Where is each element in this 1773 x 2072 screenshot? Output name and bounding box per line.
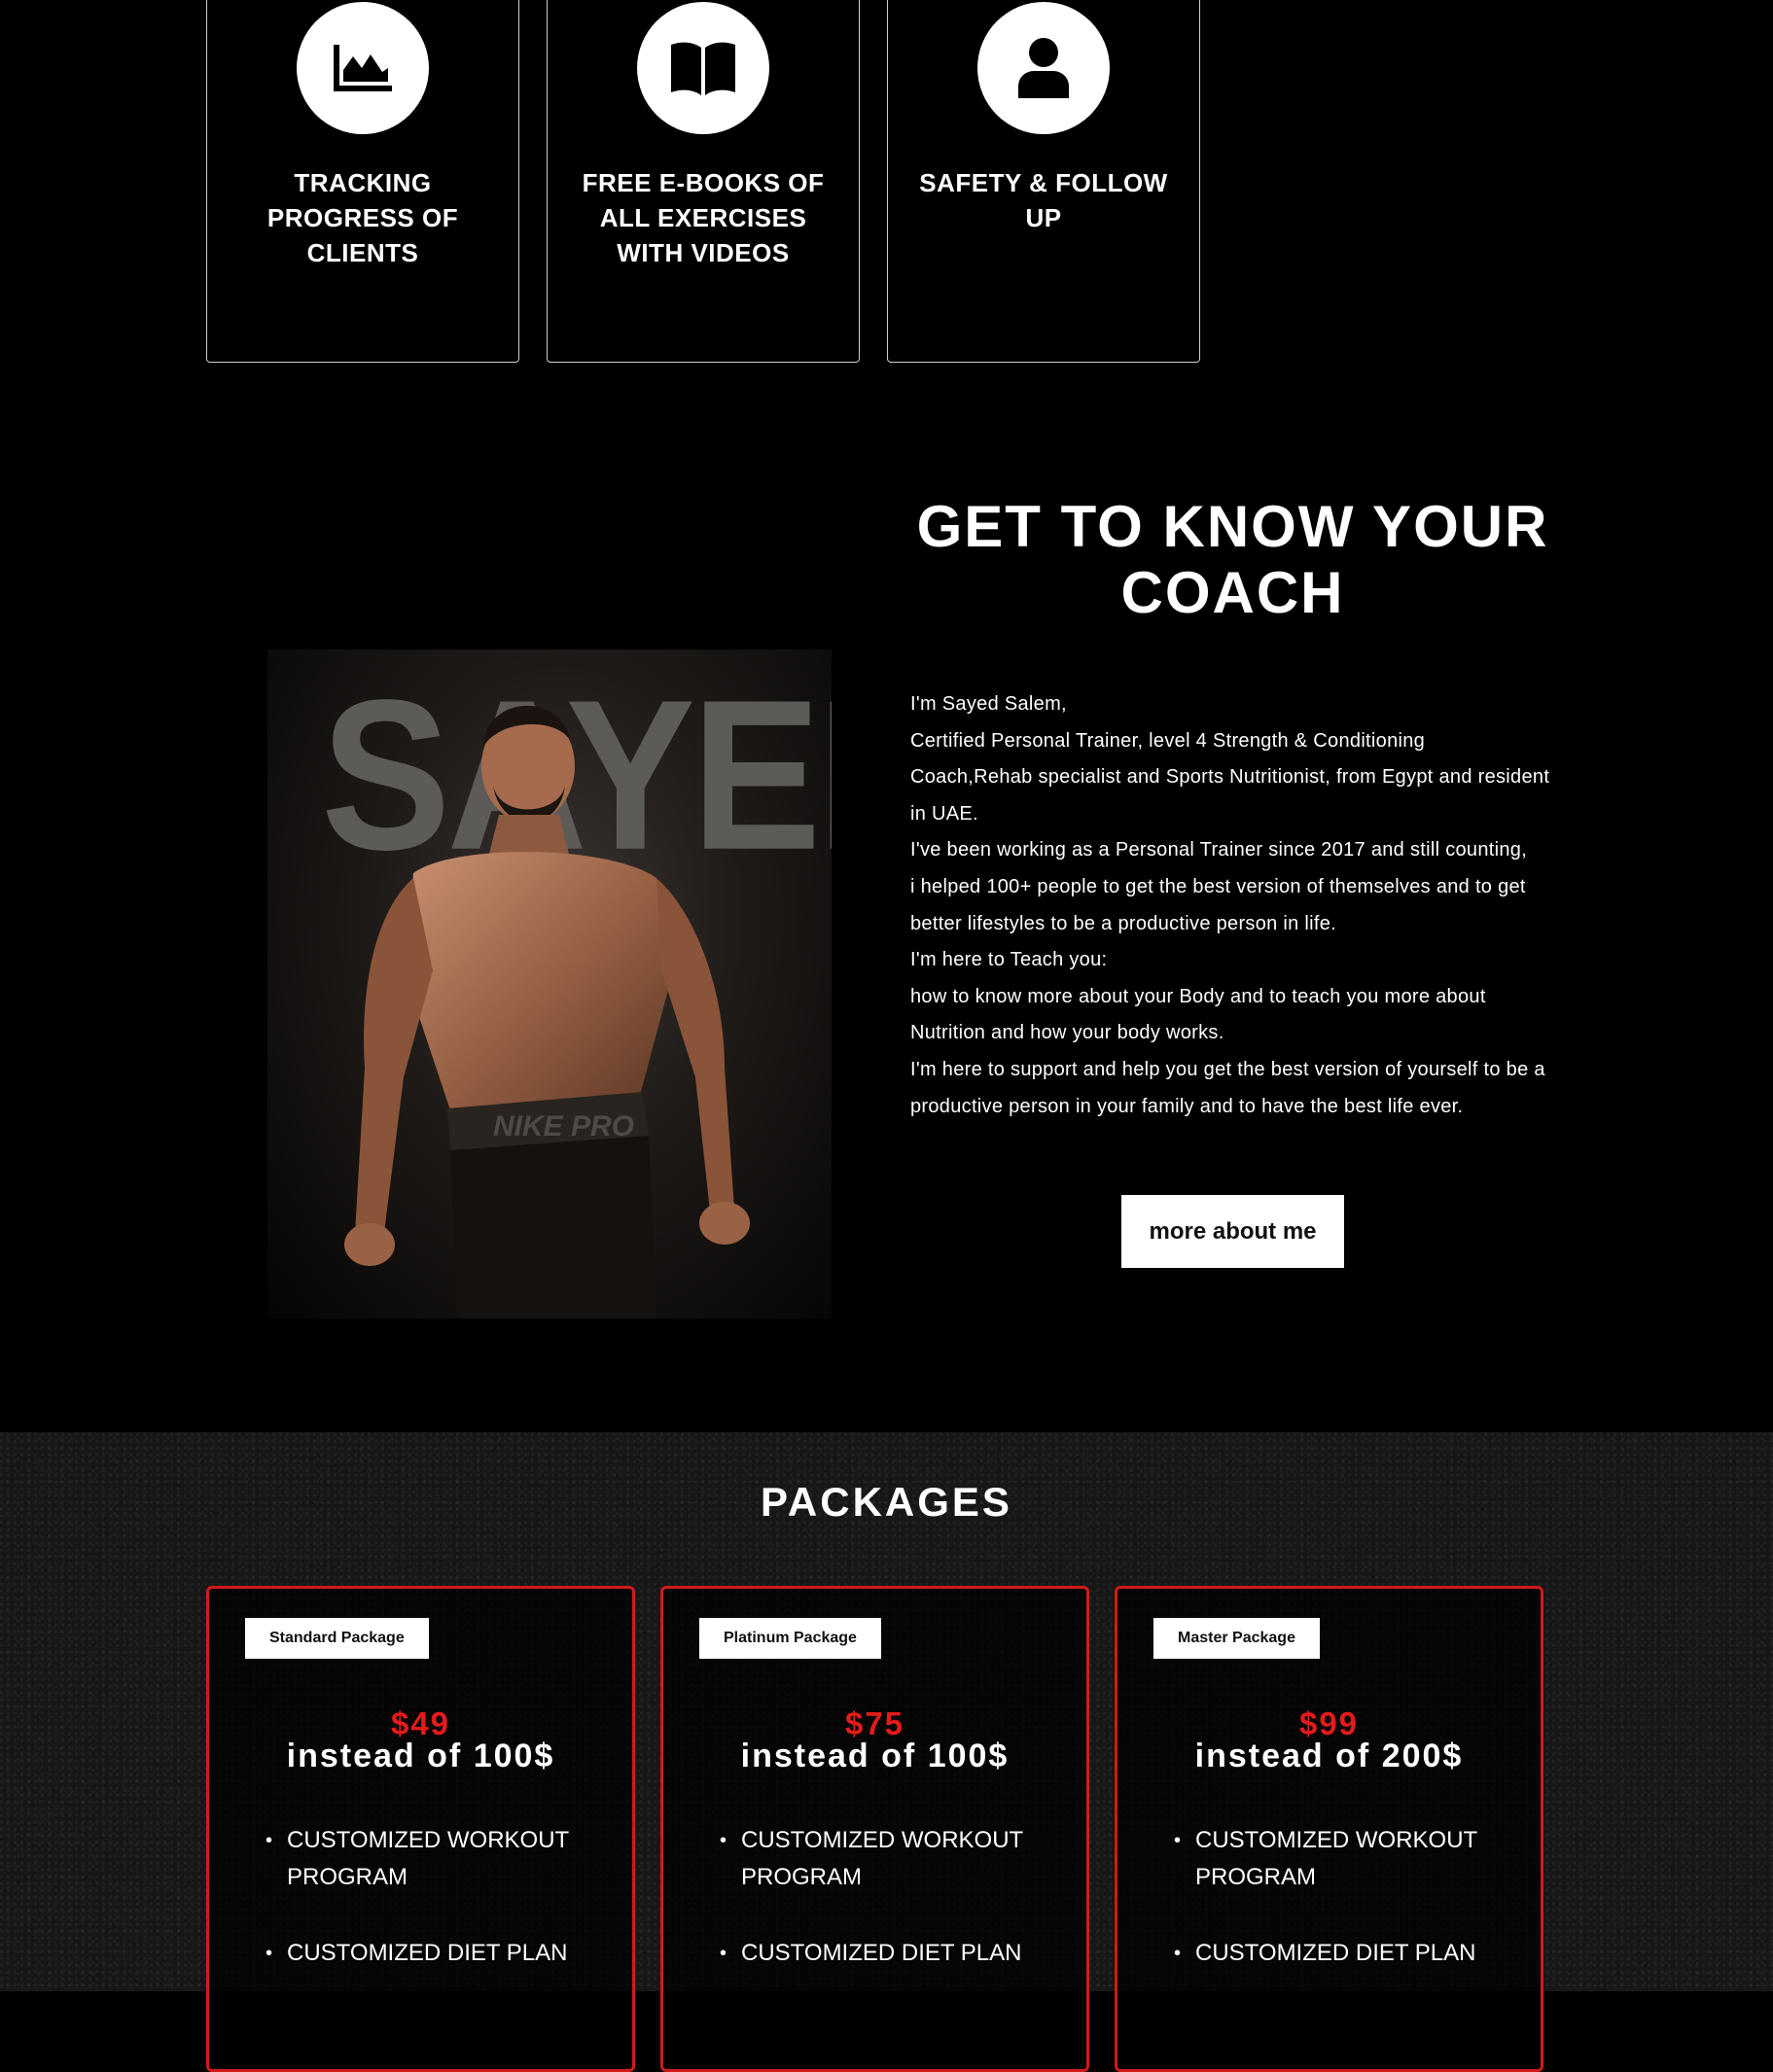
- bio-line: I'm here to support and help you get the…: [910, 1058, 1545, 1117]
- package-tag: Platinum Package: [699, 1618, 881, 1659]
- coach-bio: I'm Sayed Salem, Certified Personal Trai…: [910, 686, 1552, 1125]
- package-price: $75: [844, 1705, 905, 1741]
- package-features: CUSTOMIZED WORKOUT PROGRAM CUSTOMIZED DI…: [266, 1822, 608, 2011]
- bio-line: how to know more about your Body and to …: [910, 985, 1486, 1044]
- package-price: $49: [390, 1705, 451, 1741]
- package-feature: CUSTOMIZED WORKOUT PROGRAM: [1174, 1822, 1516, 1896]
- book-open-icon: [637, 2, 769, 134]
- package-features: CUSTOMIZED WORKOUT PROGRAM CUSTOMIZED DI…: [1174, 1822, 1516, 2011]
- packages-section: PACKAGES Standard Package $49 instead of…: [0, 1432, 1773, 2072]
- feature-card-tracking: TRACKING PROGRESS OF CLIENTS: [206, 0, 519, 363]
- package-feature: CUSTOMIZED WORKOUT PROGRAM: [266, 1822, 608, 1896]
- package-feature: CUSTOMIZED DIET PLAN: [720, 1935, 1062, 1972]
- packages-title: PACKAGES: [761, 1479, 1012, 1525]
- package-feature: CUSTOMIZED WORKOUT PROGRAM: [720, 1822, 1062, 1896]
- coach-figure: NIKE PRO: [344, 705, 750, 1318]
- package-original-price: instead of 100$: [740, 1738, 1010, 1774]
- bio-line: i helped 100+ people to get the best ver…: [910, 875, 1526, 934]
- package-features: CUSTOMIZED WORKOUT PROGRAM CUSTOMIZED DI…: [720, 1822, 1062, 2011]
- chart-area-icon: [297, 2, 429, 134]
- feature-card-safety: SAFETY & FOLLOW UP: [887, 0, 1200, 363]
- package-tag: Master Package: [1153, 1618, 1320, 1659]
- svg-text:NIKE PRO: NIKE PRO: [493, 1110, 634, 1142]
- bio-line: I'm here to Teach you:: [910, 949, 1108, 971]
- bio-line: Certified Personal Trainer, level 4 Stre…: [910, 729, 1550, 825]
- package-feature: CUSTOMIZED DIET PLAN: [1174, 1935, 1516, 1972]
- bio-line: I'm Sayed Salem,: [910, 693, 1067, 715]
- coach-heading: GET TO KNOW YOUR COACH: [916, 494, 1549, 625]
- more-about-me-button[interactable]: more about me: [1121, 1195, 1344, 1268]
- bio-line: I've been working as a Personal Trainer …: [910, 839, 1528, 861]
- package-original-price: instead of 100$: [286, 1738, 555, 1774]
- package-price: $99: [1298, 1705, 1360, 1741]
- feature-card-ebooks: FREE E-BOOKS OF ALL EXERCISES WITH VIDEO…: [547, 0, 860, 363]
- feature-title: FREE E-BOOKS OF ALL EXERCISES WITH VIDEO…: [582, 168, 825, 267]
- package-feature: CUSTOMIZED DIET PLAN: [266, 1935, 608, 1972]
- coach-photo: SAYED NIKE PRO: [267, 650, 832, 1318]
- package-tag: Standard Package: [245, 1618, 429, 1659]
- user-icon: [977, 2, 1110, 134]
- package-card-master[interactable]: Master Package $99 instead of 200$ CUSTO…: [1115, 1586, 1543, 2072]
- feature-title: TRACKING PROGRESS OF CLIENTS: [266, 168, 459, 267]
- package-original-price: instead of 200$: [1194, 1738, 1464, 1774]
- package-card-platinum[interactable]: Platinum Package $75 instead of 100$ CUS…: [660, 1586, 1089, 2072]
- package-card-standard[interactable]: Standard Package $49 instead of 100$ CUS…: [206, 1586, 635, 2072]
- feature-title: SAFETY & FOLLOW UP: [919, 168, 1168, 232]
